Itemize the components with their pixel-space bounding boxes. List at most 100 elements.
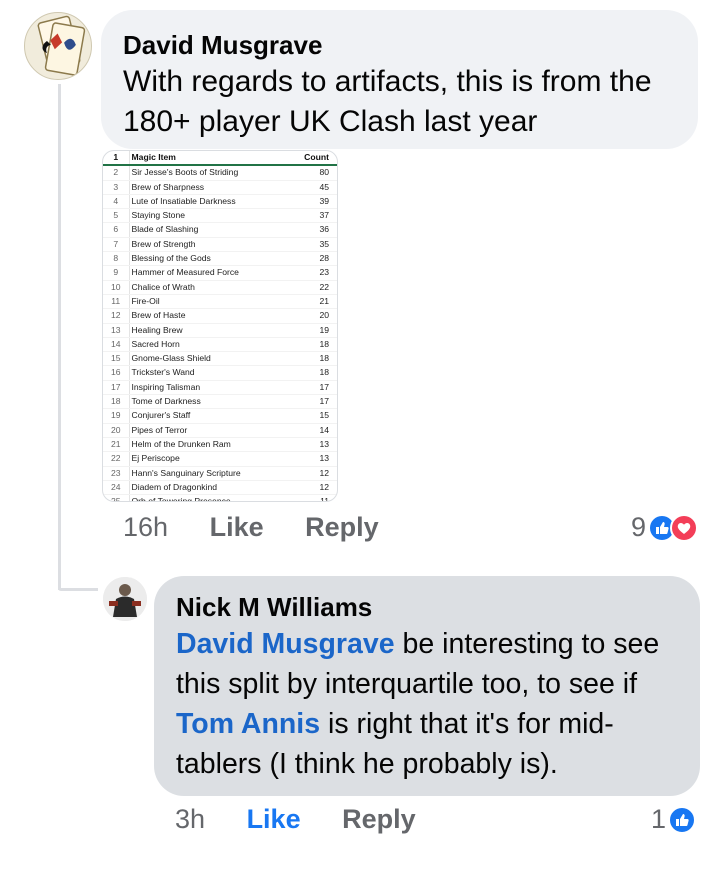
table-row: 10 Chalice of Wrath 22	[103, 280, 337, 295]
item-cell: Chalice of Wrath	[129, 280, 293, 295]
row-number: 9	[103, 265, 130, 281]
item-cell: Conjurer's Staff	[129, 408, 293, 424]
row-number: 8	[103, 251, 130, 267]
thumbs-up-icon	[668, 805, 696, 834]
count-cell: 80	[293, 165, 337, 181]
item-cell: Sacred Horn	[129, 337, 293, 353]
reply-button[interactable]: Reply	[342, 804, 416, 834]
row-number: 3	[103, 180, 130, 195]
count-cell: 18	[293, 337, 337, 353]
item-cell: Healing Brew	[129, 323, 293, 338]
row-number: 24	[103, 480, 130, 496]
item-cell: Inspiring Talisman	[129, 380, 293, 396]
row-number: 4	[103, 194, 130, 210]
count-cell: 17	[293, 380, 337, 396]
row-number: 25	[103, 494, 130, 501]
count-cell: 12	[293, 466, 337, 481]
comment-actions-2: 3h Like Reply	[175, 804, 450, 835]
row-number: 11	[103, 294, 130, 310]
row-number: 2	[103, 165, 130, 181]
reply-button[interactable]: Reply	[305, 512, 379, 542]
item-cell: Brew of Strength	[129, 237, 293, 253]
table-row: 5 Staying Stone 37	[103, 208, 337, 224]
item-cell: Gnome-Glass Shield	[129, 351, 293, 367]
item-cell: Tome of Darkness	[129, 394, 293, 410]
row-number: 1	[103, 151, 130, 167]
comment-bubble-2: Nick M Williams David Musgrave be intere…	[154, 576, 700, 796]
item-cell: Ej Periscope	[129, 451, 293, 467]
item-cell: Blessing of the Gods	[129, 251, 293, 267]
row-number: 10	[103, 280, 130, 295]
count-cell: 12	[293, 480, 337, 496]
item-cell: Brew of Sharpness	[129, 180, 293, 195]
table-row: 23 Hann's Sanguinary Scripture 12	[103, 466, 337, 481]
thread-connector	[58, 588, 98, 591]
item-cell: Fire-Oil	[129, 294, 293, 310]
mention-tom-annis[interactable]: Tom Annis	[176, 708, 320, 740]
count-cell: 13	[293, 451, 337, 467]
row-number: 17	[103, 380, 130, 396]
row-number: 12	[103, 308, 130, 324]
comment-time[interactable]: 3h	[175, 804, 205, 834]
row-number: 7	[103, 237, 130, 253]
row-number: 22	[103, 451, 130, 467]
count-cell: 23	[293, 265, 337, 281]
count-cell: 35	[293, 237, 337, 253]
comment-author[interactable]: Nick M Williams	[176, 590, 678, 624]
mention-david-musgrave[interactable]: David Musgrave	[176, 628, 395, 660]
table-row: 18 Tome of Darkness 17	[103, 394, 337, 410]
avatar-nick-m-williams[interactable]	[103, 577, 147, 621]
count-cell: 21	[293, 294, 337, 310]
count-cell: 22	[293, 280, 337, 295]
table-row: 15 Gnome-Glass Shield 18	[103, 351, 337, 367]
spreadsheet-attachment[interactable]: 1 Magic Item Count 2 Sir Jesse's Boots of…	[102, 150, 338, 502]
avatar-david-musgrave[interactable]	[24, 12, 92, 80]
count-cell: 36	[293, 222, 337, 238]
count-cell: 45	[293, 180, 337, 195]
table-row: 16 Trickster's Wand 18	[103, 365, 337, 381]
like-button[interactable]: Like	[210, 512, 264, 542]
table-row: 21 Helm of the Drunken Ram 13	[103, 437, 337, 453]
item-cell: Helm of the Drunken Ram	[129, 437, 293, 453]
count-cell: 19	[293, 323, 337, 338]
item-cell: Trickster's Wand	[129, 365, 293, 381]
row-number: 16	[103, 365, 130, 381]
item-cell: Lute of Insatiable Darkness	[129, 194, 293, 210]
table-row: 25 Orb of Towering Presence 11	[103, 494, 337, 501]
row-number: 18	[103, 394, 130, 410]
table-header-row: 1 Magic Item Count	[103, 151, 337, 167]
table-row: 20 Pipes of Terror 14	[103, 423, 337, 438]
table-row: 12 Brew of Haste 20	[103, 308, 337, 324]
count-cell: 39	[293, 194, 337, 210]
table-row: 2 Sir Jesse's Boots of Striding 80	[103, 165, 337, 181]
reaction-summary-2[interactable]: 1	[651, 804, 696, 835]
playing-card-avatar-icon	[37, 15, 86, 76]
comment-author[interactable]: David Musgrave	[123, 28, 676, 62]
item-cell: Blade of Slashing	[129, 222, 293, 238]
table-row: 3 Brew of Sharpness 45	[103, 180, 337, 195]
count-cell: 18	[293, 365, 337, 381]
count-cell: 37	[293, 208, 337, 224]
heart-icon	[670, 513, 698, 542]
row-number: 6	[103, 222, 130, 238]
like-button[interactable]: Like	[247, 804, 301, 834]
comment-text: David Musgrave be interesting to see thi…	[176, 624, 678, 784]
table-row: 14 Sacred Horn 18	[103, 337, 337, 353]
reaction-count: 9	[630, 512, 646, 542]
person-photo-avatar-icon	[103, 577, 147, 621]
table-row: 24 Diadem of Dragonkind 12	[103, 480, 337, 496]
reaction-summary-1[interactable]: 9	[631, 512, 698, 543]
table-row: 6 Blade of Slashing 36	[103, 222, 337, 238]
magic-item-table: 1 Magic Item Count 2 Sir Jesse's Boots of…	[103, 151, 337, 501]
comment-bubble-1: David Musgrave With regards to artifacts…	[101, 10, 698, 149]
count-cell: 20	[293, 308, 337, 324]
comment-text: With regards to artifacts, this is from …	[123, 65, 652, 138]
item-cell: Diadem of Dragonkind	[129, 480, 293, 496]
row-number: 13	[103, 323, 130, 338]
count-cell: 15	[293, 408, 337, 424]
table-row: 17 Inspiring Talisman 17	[103, 380, 337, 396]
count-cell: 11	[293, 494, 337, 501]
table-row: 7 Brew of Strength 35	[103, 237, 337, 253]
table-row: 9 Hammer of Measured Force 23	[103, 265, 337, 281]
comment-time[interactable]: 16h	[123, 512, 168, 542]
